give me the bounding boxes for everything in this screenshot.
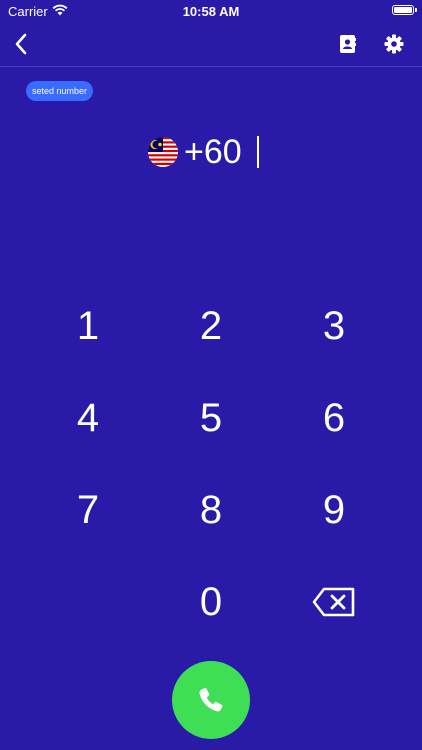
gear-icon [384, 34, 404, 54]
back-button[interactable] [8, 30, 36, 58]
status-bar: Carrier 10:58 AM [0, 0, 422, 22]
key-0[interactable]: 0 [161, 567, 261, 637]
number-display: +60 [0, 130, 422, 176]
backspace-button[interactable] [312, 587, 356, 617]
status-time: 10:58 AM [182, 4, 240, 19]
key-7[interactable]: 7 [38, 475, 138, 545]
text-cursor [257, 136, 259, 168]
settings-button[interactable] [382, 32, 406, 56]
key-3[interactable]: 3 [284, 291, 384, 361]
nav-bar [0, 22, 422, 67]
key-8[interactable]: 8 [161, 475, 261, 545]
phone-icon [199, 687, 223, 712]
key-5[interactable]: 5 [161, 383, 261, 453]
malaysia-flag-icon[interactable] [148, 137, 178, 167]
backspace-icon [312, 587, 355, 617]
battery-tip [415, 8, 417, 12]
phone-number-text[interactable]: +60 [184, 132, 242, 172]
key-1[interactable]: 1 [38, 291, 138, 361]
seted-number-badge[interactable]: seted number [26, 81, 94, 101]
battery-icon [392, 5, 414, 15]
contacts-book-icon [340, 35, 356, 53]
key-6[interactable]: 6 [284, 383, 384, 453]
key-4[interactable]: 4 [38, 383, 138, 453]
chevron-left-icon [15, 33, 27, 55]
contacts-button[interactable] [336, 32, 360, 56]
key-9[interactable]: 9 [284, 475, 384, 545]
call-button[interactable] [172, 661, 250, 739]
key-2[interactable]: 2 [161, 291, 261, 361]
